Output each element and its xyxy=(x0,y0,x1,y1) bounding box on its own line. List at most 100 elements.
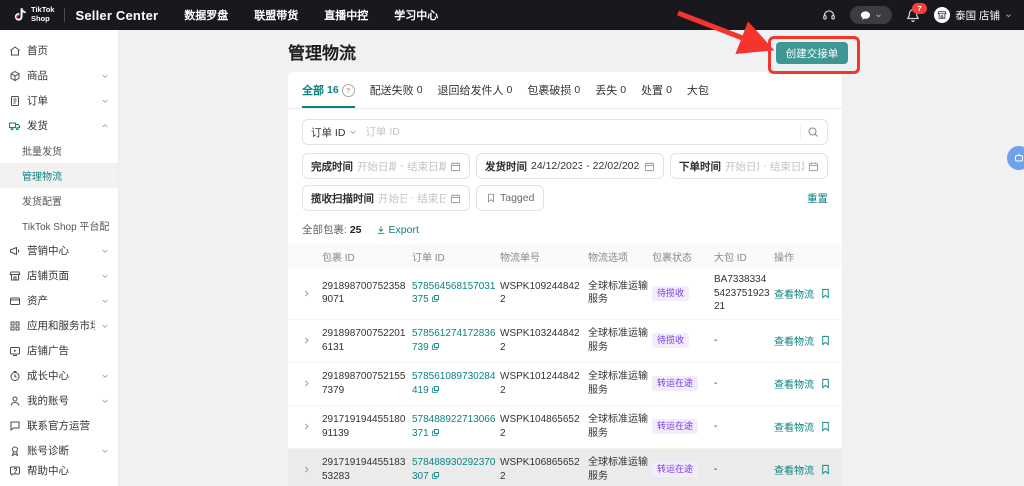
chat-bubble-icon xyxy=(860,10,871,21)
status-badge: 待揽收 xyxy=(652,286,689,301)
search-field-selector[interactable]: 订单 ID xyxy=(311,125,357,140)
tab-0[interactable]: 全部 16 ? xyxy=(302,82,355,108)
notifications-button[interactable]: 7 xyxy=(906,8,920,22)
nav-learning-center[interactable]: 学习中心 xyxy=(394,7,438,23)
page-title: 管理物流 xyxy=(288,39,356,64)
bookmark-icon[interactable] xyxy=(820,288,831,299)
big-pack-id: - xyxy=(714,420,770,434)
external-link-icon xyxy=(431,428,440,437)
headset-support-icon[interactable] xyxy=(822,8,836,22)
chevron-down-icon xyxy=(101,272,109,280)
total-packages-label: 全部包裹: xyxy=(302,224,347,236)
sidebar-item-2[interactable]: 订单 xyxy=(0,88,118,113)
filters: 完成时间 开始日期 - 结束日期 发货时间 24/12/2023 17:1 - … xyxy=(302,153,828,211)
nav-affiliate[interactable]: 联盟带货 xyxy=(254,7,298,23)
bookmark-icon[interactable] xyxy=(820,464,831,475)
bookmark-icon[interactable] xyxy=(820,421,831,432)
external-link-icon xyxy=(431,294,440,303)
table-row-2[interactable]: 2918987007521557379 578561089730284419 W… xyxy=(288,363,842,406)
sidebar-item-8[interactable]: 营销中心 xyxy=(0,238,118,263)
tiktok-shop-logo[interactable]: TikTok Shop xyxy=(12,6,54,23)
table-row-3[interactable]: 29171919445518091139 578488922713066371 … xyxy=(288,406,842,449)
view-logistics-link[interactable]: 查看物流 xyxy=(774,376,814,391)
view-logistics-link[interactable]: 查看物流 xyxy=(774,286,814,301)
expand-row-icon[interactable] xyxy=(302,289,318,298)
tracking-number: WSPK1048656522 xyxy=(500,413,584,440)
ship-time-filter[interactable]: 发货时间 24/12/2023 17:1 - 22/02/2024 17: xyxy=(476,153,664,179)
bookmark-icon[interactable] xyxy=(820,378,831,389)
tag-icon xyxy=(486,193,496,203)
reset-filters-link[interactable]: 重置 xyxy=(807,191,828,206)
total-packages-count: 25 xyxy=(350,224,362,236)
table-row-1[interactable]: 2918987007522016131 578561274172836739 W… xyxy=(288,320,842,363)
external-link-icon xyxy=(431,471,440,480)
sidebar-item-12[interactable]: 店铺广告 xyxy=(0,338,118,363)
sidebar-item-13[interactable]: 成长中心 xyxy=(0,363,118,388)
shipping-option: 全球标准运输服务 xyxy=(588,327,648,354)
search-icon[interactable] xyxy=(807,126,819,138)
order-time-filter[interactable]: 下单时间 开始日期 - 结束日期 xyxy=(670,153,828,179)
table-header: 包裹 ID 订单 ID 物流单号 物流选项 包裹状态 大包 ID 操作 xyxy=(288,244,842,268)
assistant-icon xyxy=(1013,152,1024,164)
tab-3[interactable]: 包裹破损 0 xyxy=(527,82,580,108)
notification-badge: 7 xyxy=(912,3,927,14)
order-id-link[interactable]: 578561089730284419 xyxy=(412,370,496,397)
tab-5[interactable]: 处置 0 xyxy=(641,82,672,108)
sidebar-item-6[interactable]: 发货配置 xyxy=(0,188,118,213)
order-id-link[interactable]: 578488930292370307 xyxy=(412,456,496,483)
table-row-0[interactable]: 2918987007523589071 578564568157031375 W… xyxy=(288,268,842,320)
view-logistics-link[interactable]: 查看物流 xyxy=(774,462,814,477)
export-button[interactable]: Export xyxy=(376,224,419,236)
big-pack-id: - xyxy=(714,334,770,348)
seller-center-title[interactable]: Seller Center xyxy=(75,8,158,23)
top-navigation: 数据罗盘 联盟带货 直播中控 学习中心 xyxy=(184,7,438,23)
sidebar-item-help-center[interactable]: 帮助中心 xyxy=(0,463,118,478)
order-id-link[interactable]: 578488922713066371 xyxy=(412,413,496,440)
chevron-down-icon xyxy=(875,12,882,19)
tab-4[interactable]: 丢失 0 xyxy=(595,82,626,108)
view-logistics-link[interactable]: 查看物流 xyxy=(774,333,814,348)
sidebar-item-16[interactable]: 账号诊断 xyxy=(0,438,118,463)
tracking-number: WSPK1012448422 xyxy=(500,370,584,397)
tagged-filter-button[interactable]: Tagged xyxy=(476,185,544,211)
assistant-floating-button[interactable] xyxy=(1007,146,1024,170)
sidebar-item-5[interactable]: 管理物流 xyxy=(0,163,118,188)
sidebar-item-15[interactable]: 联系官方运营 xyxy=(0,413,118,438)
status-badge: 转运在途 xyxy=(652,376,698,391)
package-id: 29171919445518091139 xyxy=(322,413,408,440)
package-id: 2918987007522016131 xyxy=(322,327,408,354)
sidebar-item-9[interactable]: 店铺页面 xyxy=(0,263,118,288)
table-body: 2918987007523589071 578564568157031375 W… xyxy=(288,268,842,486)
order-id-link[interactable]: 578564568157031375 xyxy=(412,280,496,307)
create-handover-button[interactable]: 创建交接单 xyxy=(776,42,848,64)
expand-row-icon[interactable] xyxy=(302,422,318,431)
sidebar-item-10[interactable]: 资产 xyxy=(0,288,118,313)
pickup-scan-time-filter[interactable]: 揽收扫描时间 开始日期 - 结束日期 xyxy=(302,185,470,211)
expand-row-icon[interactable] xyxy=(302,336,318,345)
messages-button[interactable] xyxy=(850,6,892,24)
expand-row-icon[interactable] xyxy=(302,465,318,474)
view-logistics-link[interactable]: 查看物流 xyxy=(774,419,814,434)
sidebar-item-14[interactable]: 我的账号 xyxy=(0,388,118,413)
tab-6[interactable]: 大包 xyxy=(687,82,709,108)
complete-time-filter[interactable]: 完成时间 开始日期 - 结束日期 xyxy=(302,153,470,179)
search-input[interactable] xyxy=(363,125,794,139)
expand-row-icon[interactable] xyxy=(302,379,318,388)
sidebar-item-3[interactable]: 发货 xyxy=(0,113,118,138)
tab-1[interactable]: 配送失败 0 xyxy=(370,82,423,108)
nav-live-center[interactable]: 直播中控 xyxy=(324,7,368,23)
sidebar-item-0[interactable]: 首页 xyxy=(0,38,118,63)
shipping-option: 全球标准运输服务 xyxy=(588,456,648,483)
sidebar-item-4[interactable]: 批量发货 xyxy=(0,138,118,163)
bookmark-icon[interactable] xyxy=(820,335,831,346)
sidebar-item-1[interactable]: 商品 xyxy=(0,63,118,88)
tab-2[interactable]: 退回给发件人 0 xyxy=(438,82,513,108)
table-row-4[interactable]: 29171919445518353283 578488930292370307 … xyxy=(288,449,842,486)
chevron-down-icon xyxy=(101,72,109,80)
account-menu[interactable]: 泰国 店铺 xyxy=(934,7,1012,23)
sidebar-item-7[interactable]: TikTok Shop 平台配送 xyxy=(0,213,118,238)
sidebar-item-11[interactable]: 应用和服务市场 xyxy=(0,313,118,338)
account-icon xyxy=(9,395,21,407)
order-id-link[interactable]: 578561274172836739 xyxy=(412,327,496,354)
nav-data-compass[interactable]: 数据罗盘 xyxy=(184,7,228,23)
